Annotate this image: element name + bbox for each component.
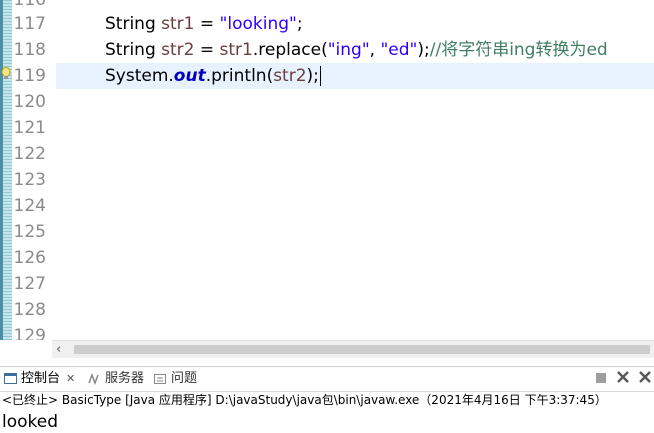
line-number: 123 [13,170,46,190]
line-number: 122 [13,144,46,164]
line-number: 125 [13,222,46,242]
variable-name: str2 [161,40,195,60]
tab-problems[interactable]: 问题 [154,367,197,391]
console-tab-bar: 控制台 ✕ 服务器 问题 [0,366,654,392]
ruler-edge [0,0,3,340]
string-literal: "ed" [380,40,418,60]
code-editor[interactable]: 116 117 118 119 120 121 122 123 124 125 … [0,0,654,340]
horizontal-scrollbar[interactable]: ‹ [52,340,654,358]
operator: = [194,14,220,34]
variable-name: str1 [161,14,195,34]
line-number: 121 [13,118,46,138]
line-number: 119 [13,66,46,86]
type-keyword: String [105,40,156,60]
line-number: 129 [13,326,46,340]
string-literal: "ing" [327,40,370,60]
console-icon [4,372,17,384]
line-number: 127 [13,274,46,294]
close-icon[interactable]: ✕ [66,367,75,391]
lightbulb-icon[interactable] [1,67,11,81]
tab-label: 服务器 [105,371,145,386]
class-name: System. [105,66,174,86]
terminate-icon[interactable] [596,373,606,383]
punctuation: , [369,40,381,60]
line-number: 118 [13,40,46,60]
remove-launch-icon[interactable] [617,371,629,383]
console-output[interactable]: looked [2,411,58,433]
scrollbar-thumb[interactable] [74,345,650,354]
operator: = [194,40,220,60]
console-launch-header: <已终止> BasicType [Java 应用程序] D:\javaStudy… [2,393,607,407]
line-number: 120 [13,92,46,112]
tab-label: 控制台 [21,371,61,386]
code-line-119[interactable]: System.out.println(str2); [105,63,321,89]
line-number: 126 [13,248,46,268]
problems-icon [154,373,166,384]
code-comment: //将字符串ing转换为ed [429,40,608,60]
scroll-left-icon[interactable]: ‹ [56,341,61,358]
type-keyword: String [105,14,156,34]
variable-name: str1 [219,40,253,60]
code-line-118[interactable]: String str2 = str1.replace("ing", "ed");… [105,37,608,63]
punctuation: ); [306,66,319,86]
line-number: 117 [13,14,46,34]
remove-all-icon[interactable] [639,371,651,383]
method-call: .replace( [252,40,328,60]
tab-servers[interactable]: 服务器 [88,367,144,391]
method-call: .println( [205,66,274,86]
servers-icon [88,372,99,385]
static-field: out [173,66,206,86]
text-caret [319,66,321,86]
punctuation: ; [296,14,303,34]
code-line-117[interactable]: String str1 = "looking"; [105,11,303,37]
line-number: 128 [13,300,46,320]
console-toolbar [596,371,651,383]
line-number: 124 [13,196,46,216]
variable-name: str2 [273,66,307,86]
tab-console[interactable]: 控制台 [4,367,60,391]
punctuation: ); [417,40,430,60]
tab-label: 问题 [171,371,198,386]
string-literal: "looking" [219,14,297,34]
